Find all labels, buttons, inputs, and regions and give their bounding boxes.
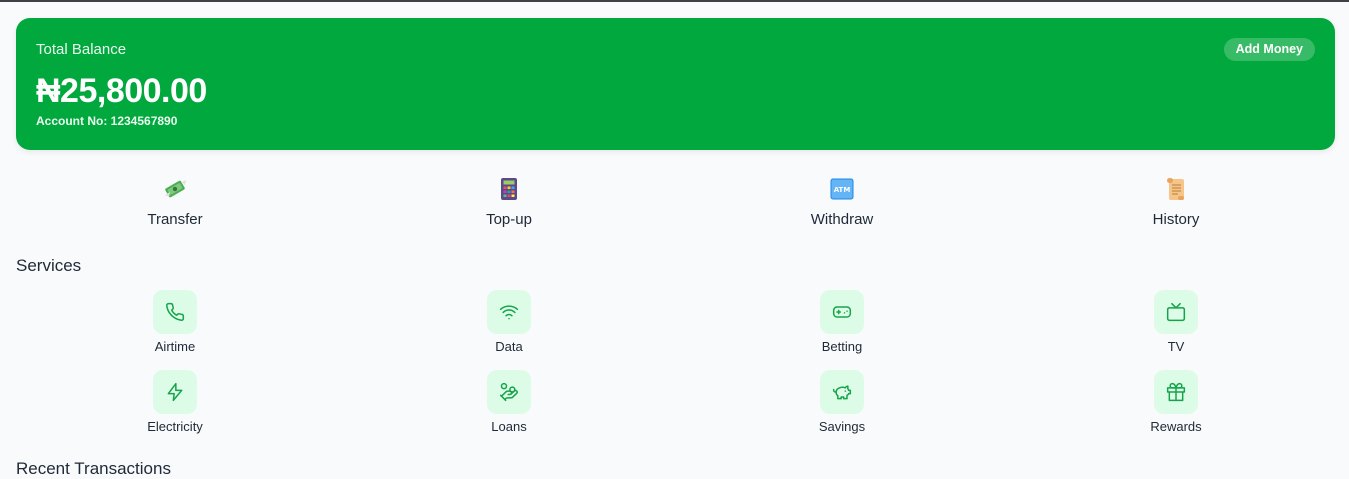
service-loans[interactable]: Loans xyxy=(429,370,589,434)
service-label: TV xyxy=(1167,339,1185,354)
balance-card: Total Balance ₦25,800.00 Account No: 123… xyxy=(16,18,1335,150)
service-tv[interactable]: TV xyxy=(1096,290,1256,354)
gamepad-icon xyxy=(832,306,852,318)
balance-amount: ₦25,800.00 xyxy=(36,72,207,110)
quick-action-withdraw[interactable]: ATM Withdraw xyxy=(742,176,942,228)
window-top-border xyxy=(0,0,1349,2)
service-label: Rewards xyxy=(1150,419,1202,434)
scroll-icon xyxy=(1167,178,1184,200)
quick-action-label: Transfer xyxy=(147,211,203,228)
add-money-button[interactable]: Add Money xyxy=(1223,38,1315,61)
account-number: Account No: 1234567890 xyxy=(36,114,178,128)
services-heading: Services xyxy=(16,256,82,275)
service-label: Data xyxy=(495,339,523,354)
atm-icon: ATM xyxy=(830,178,854,200)
gift-icon xyxy=(1166,382,1186,402)
quick-action-label: Withdraw xyxy=(810,211,874,228)
service-betting[interactable]: Betting xyxy=(762,290,922,354)
tv-icon xyxy=(1166,302,1186,322)
recent-transactions-heading: Recent Transactions xyxy=(16,459,171,478)
service-savings[interactable]: Savings xyxy=(762,370,922,434)
service-label: Airtime xyxy=(154,339,196,354)
quick-action-transfer[interactable]: Transfer xyxy=(75,176,275,228)
service-label: Loans xyxy=(491,419,527,434)
wifi-icon xyxy=(499,305,519,320)
quick-action-label: Top-up xyxy=(486,211,532,228)
svg-text:ATM: ATM xyxy=(834,186,851,194)
piggy-bank-icon xyxy=(832,385,852,400)
calculator-icon xyxy=(501,178,517,200)
service-rewards[interactable]: Rewards xyxy=(1096,370,1256,434)
service-airtime[interactable]: Airtime xyxy=(95,290,255,354)
quick-action-history[interactable]: History xyxy=(1076,176,1276,228)
quick-action-topup[interactable]: Top-up xyxy=(409,176,609,228)
lightning-icon xyxy=(167,382,183,402)
phone-icon xyxy=(166,302,185,321)
balance-label: Total Balance xyxy=(36,41,127,58)
hand-coins-icon xyxy=(499,382,518,402)
service-label: Savings xyxy=(818,419,866,434)
quick-action-label: History xyxy=(1152,211,1200,228)
service-data[interactable]: Data xyxy=(429,290,589,354)
money-wings-icon xyxy=(165,180,186,198)
service-electricity[interactable]: Electricity xyxy=(95,370,255,434)
service-label: Betting xyxy=(821,339,863,354)
service-label: Electricity xyxy=(147,419,203,434)
